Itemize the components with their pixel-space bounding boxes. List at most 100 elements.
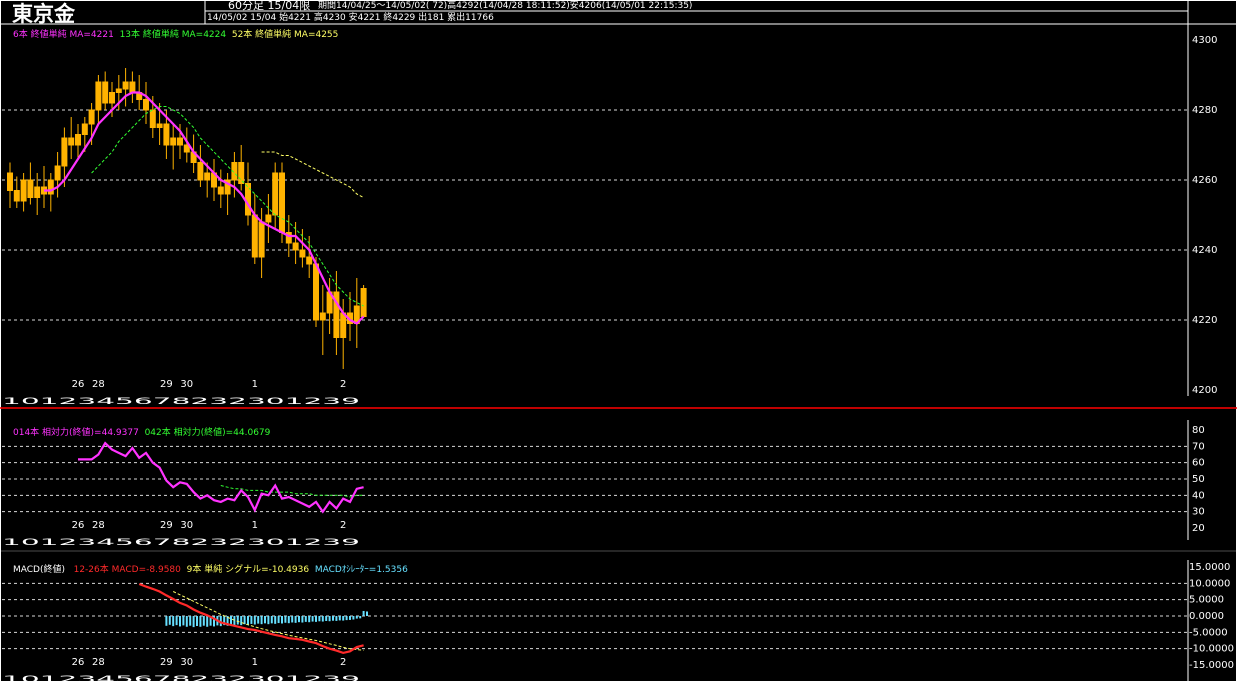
candle-body <box>13 190 20 202</box>
candle-body <box>163 123 170 146</box>
y-tick-label: 4260 <box>1192 175 1217 186</box>
rsi-legend: 014本 相対力(終値)=44.9377 042本 相対力(終値)=44.067… <box>13 425 270 438</box>
y-tick-label: -10.0000 <box>1189 644 1234 655</box>
instrument-title: 東京金 <box>12 2 75 26</box>
macd-panel: 15.0000 10.0000 5.0000 0.0000 -5.0000 -10.000… <box>2 562 1234 682</box>
outer-frame <box>0 0 1237 682</box>
date-label: 2 <box>340 657 346 668</box>
rsi14-line <box>78 441 364 514</box>
candle-body <box>68 137 75 146</box>
macd-legend: MACD(終値) 12-26本 MACD=-8.9580 9本 単純 シグナル=… <box>13 562 408 575</box>
y-tick-label: 4300 <box>1192 35 1217 46</box>
candle-body <box>81 123 88 135</box>
range-summary: 期間14/04/25～14/05/02( 72)高4292(14/04/28 1… <box>318 1 693 11</box>
y-tick-label: 15.0000 <box>1189 562 1230 573</box>
candle-body <box>279 172 285 233</box>
date-label: 2 <box>340 379 346 390</box>
y-tick-label: 50 <box>1192 474 1205 485</box>
ohlc-summary: 14/05/02 15/04 始4221 高4230 安4221 終4229 出… <box>207 13 494 23</box>
candle-body <box>7 172 13 191</box>
candle-body <box>109 92 115 104</box>
y-tick-label: 4220 <box>1192 315 1217 326</box>
date-label: 29 <box>160 379 173 390</box>
candle-body <box>258 221 265 258</box>
date-label: 1 <box>252 657 258 668</box>
candle-body <box>319 312 326 321</box>
date-label: 28 <box>92 520 105 531</box>
legend-ma6: 6本 終値単純 MA=4221 <box>13 30 114 40</box>
date-label: 28 <box>92 379 105 390</box>
date-label: 30 <box>180 657 193 668</box>
y-tick-label: 70 <box>1192 441 1205 452</box>
price-panel: 4200 4220 4240 4260 4280 4300 26 28 29 30 1 2 101234… <box>2 35 1217 407</box>
date-label: 29 <box>160 657 173 668</box>
legend-macd: 12-26本 MACD=-8.9580 <box>73 565 181 575</box>
candle-body <box>306 256 313 265</box>
candle-body <box>177 137 183 146</box>
candle-body <box>75 134 81 146</box>
y-tick-label: -5.0000 <box>1189 627 1228 638</box>
panel-frames <box>0 0 1237 682</box>
date-label: 30 <box>180 379 193 390</box>
candle-body <box>238 162 245 184</box>
y-tick-label: 4200 <box>1192 385 1217 396</box>
candle-body <box>95 81 102 111</box>
candle-body <box>27 179 34 198</box>
candle-body <box>129 81 136 93</box>
candle-body <box>115 88 122 93</box>
y-tick-label: 0.0000 <box>1189 611 1224 622</box>
date-label: 26 <box>72 379 85 390</box>
candle-body <box>61 137 68 167</box>
candle-body <box>204 172 211 181</box>
y-tick-label: 5.0000 <box>1189 595 1224 606</box>
date-label: 2 <box>340 520 346 531</box>
legend-rsi42: 042本 相対力(終値)=44.0679 <box>144 428 271 438</box>
candle-body <box>272 172 279 216</box>
legend-macd-label: MACD(終値) <box>13 565 66 575</box>
candle-body <box>299 249 306 258</box>
candle-body <box>143 99 149 111</box>
candle-body <box>47 179 54 195</box>
period-label: 60分足 15/04限 <box>228 0 311 12</box>
candle-body <box>170 137 177 146</box>
y-tick-label: 4240 <box>1192 245 1217 256</box>
candle-body <box>292 242 299 251</box>
candle-body <box>313 263 319 321</box>
legend-ma13: 13本 終値単純 MA=4224 <box>119 30 227 40</box>
date-label: 30 <box>180 520 193 531</box>
candle-body <box>251 214 258 258</box>
candle-body <box>54 165 61 181</box>
candle-body <box>34 186 41 198</box>
candle-body <box>122 81 129 90</box>
legend-oscillator: MACDｵｼﾚｰﾀｰ=1.5356 <box>314 565 408 575</box>
chart-canvas: 4200 4220 4240 4260 4280 4300 26 28 29 30 1 2 101234… <box>0 0 1237 682</box>
date-label: 1 <box>252 520 258 531</box>
hour-tick-labels: 1012345678232301239 <box>2 675 361 682</box>
candle-body <box>265 214 272 223</box>
legend-ma52: 52本 終値単純 MA=4255 <box>231 30 339 40</box>
candle-body <box>217 186 224 195</box>
date-label: 26 <box>72 520 85 531</box>
legend-signal: 9本 単純 シグナル=-10.4936 <box>186 565 310 575</box>
candle-body <box>88 109 95 125</box>
rsi-panel: 20 30 40 50 60 70 80 26 28 29 30 1 2 1012345678232301… <box>2 425 1205 548</box>
hour-tick-labels: 1012345678232301239 <box>2 538 361 548</box>
candle-body <box>102 81 109 104</box>
candle-body <box>197 162 204 181</box>
y-tick-label: 4280 <box>1192 105 1217 116</box>
candle-body <box>360 288 367 317</box>
y-tick-label: 60 <box>1192 458 1205 469</box>
candle-body <box>149 109 156 128</box>
candle-body <box>20 179 27 202</box>
y-tick-label: 20 <box>1192 523 1205 534</box>
date-label: 26 <box>72 657 85 668</box>
price-legend: 6本 終値単純 MA=4221 13本 終値単純 MA=4224 52本 終値単… <box>13 27 338 40</box>
date-label: 1 <box>252 379 258 390</box>
y-tick-label: 30 <box>1192 507 1205 518</box>
y-tick-label: -15.0000 <box>1189 660 1234 671</box>
candle-body <box>340 312 347 338</box>
y-tick-label: 80 <box>1192 425 1205 436</box>
y-tick-label: 40 <box>1192 490 1205 501</box>
hour-tick-labels: 1012345678232301239 <box>2 397 361 407</box>
date-label: 28 <box>92 657 105 668</box>
